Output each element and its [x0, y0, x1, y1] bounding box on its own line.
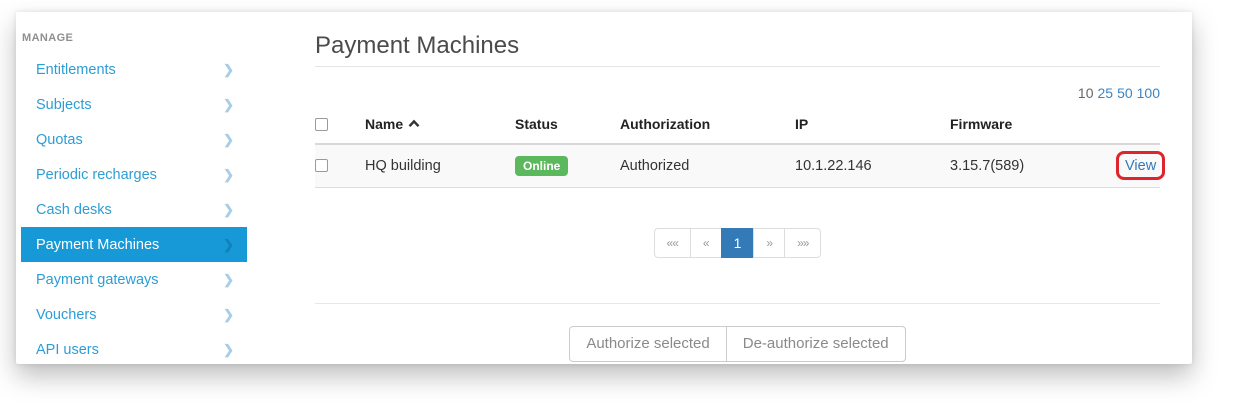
sidebar: MANAGE Entitlements❯Subjects❯Quotas❯Peri…: [21, 32, 247, 367]
main-content: Payment Machines 102550100 Name Status A…: [315, 34, 1160, 362]
cell-ip: 10.1.22.146: [795, 144, 950, 188]
sidebar-menu: Entitlements❯Subjects❯Quotas❯Periodic re…: [21, 52, 247, 367]
status-badge: Online: [515, 156, 568, 176]
bulk-actions: Authorize selected De-authorize selected: [315, 326, 1160, 362]
sidebar-item-periodic-recharges[interactable]: Periodic recharges ❯: [21, 157, 247, 192]
page-size-selector: 102550100: [315, 85, 1160, 101]
title-divider: [315, 66, 1160, 67]
sidebar-item-label: API users: [36, 342, 99, 358]
sidebar-item-label: Vouchers: [36, 307, 96, 323]
sidebar-item-label: Periodic recharges: [36, 167, 157, 183]
table-row: HQ building Online Authorized 10.1.22.14…: [315, 144, 1160, 188]
sidebar-item-vouchers[interactable]: Vouchers ❯: [21, 297, 247, 332]
column-header-authorization[interactable]: Authorization: [620, 107, 795, 144]
sidebar-item-cash-desks[interactable]: Cash desks ❯: [21, 192, 247, 227]
sidebar-item-quotas[interactable]: Quotas ❯: [21, 122, 247, 157]
page-title: Payment Machines: [315, 34, 1160, 58]
select-all-checkbox[interactable]: [315, 118, 328, 131]
sidebar-item-label: Subjects: [36, 97, 92, 113]
section-divider: [315, 303, 1160, 304]
chevron-right-icon: ❯: [223, 98, 234, 111]
sidebar-item-subjects[interactable]: Subjects ❯: [21, 87, 247, 122]
chevron-right-icon: ❯: [223, 133, 234, 146]
page-size-25[interactable]: 25: [1097, 85, 1113, 101]
payment-machines-table: Name Status Authorization IP Firmware HQ…: [315, 107, 1160, 188]
column-header-ip[interactable]: IP: [795, 107, 950, 144]
cell-name: HQ building: [365, 144, 515, 188]
chevron-right-icon: ❯: [223, 308, 234, 321]
deauthorize-selected-button[interactable]: De-authorize selected: [726, 326, 906, 362]
view-link[interactable]: View: [1125, 158, 1156, 174]
cell-firmware: 3.15.7(589): [950, 144, 1125, 188]
sidebar-section-label: MANAGE: [21, 32, 247, 52]
sidebar-item-label: Cash desks: [36, 202, 112, 218]
sidebar-item-label: Payment Machines: [36, 237, 159, 253]
sidebar-item-payment-machines[interactable]: Payment Machines ❯: [21, 227, 247, 262]
chevron-right-icon: ❯: [223, 63, 234, 76]
authorize-selected-button[interactable]: Authorize selected: [569, 326, 726, 362]
table-header-row: Name Status Authorization IP Firmware: [315, 107, 1160, 144]
chevron-right-icon: ❯: [223, 273, 234, 286]
pagination: «««1»»»: [315, 228, 1160, 258]
column-header-name[interactable]: Name: [365, 107, 515, 144]
sidebar-item-label: Entitlements: [36, 62, 116, 78]
sidebar-item-payment-gateways[interactable]: Payment gateways ❯: [21, 262, 247, 297]
row-checkbox[interactable]: [315, 159, 328, 172]
column-header-firmware[interactable]: Firmware: [950, 107, 1125, 144]
column-header-status[interactable]: Status: [515, 107, 620, 144]
panel-card: MANAGE Entitlements❯Subjects❯Quotas❯Peri…: [16, 12, 1192, 364]
sidebar-item-api-users[interactable]: API users ❯: [21, 332, 247, 367]
pagination-prev[interactable]: «: [690, 228, 722, 258]
page-size-100[interactable]: 100: [1137, 85, 1160, 101]
chevron-right-icon: ❯: [223, 238, 234, 251]
pagination-next[interactable]: »: [753, 228, 785, 258]
chevron-right-icon: ❯: [223, 168, 234, 181]
chevron-right-icon: ❯: [223, 343, 234, 356]
cell-authorization: Authorized: [620, 144, 795, 188]
sidebar-item-label: Payment gateways: [36, 272, 159, 288]
pagination-page-1[interactable]: 1: [721, 228, 755, 258]
sidebar-item-label: Quotas: [36, 132, 83, 148]
sort-ascending-icon: [408, 119, 420, 128]
pagination-first[interactable]: ««: [654, 228, 691, 258]
pagination-last[interactable]: »»: [784, 228, 821, 258]
chevron-right-icon: ❯: [223, 203, 234, 216]
sidebar-item-entitlements[interactable]: Entitlements ❯: [21, 52, 247, 87]
page-size-10[interactable]: 10: [1078, 85, 1094, 101]
page-size-50[interactable]: 50: [1117, 85, 1133, 101]
